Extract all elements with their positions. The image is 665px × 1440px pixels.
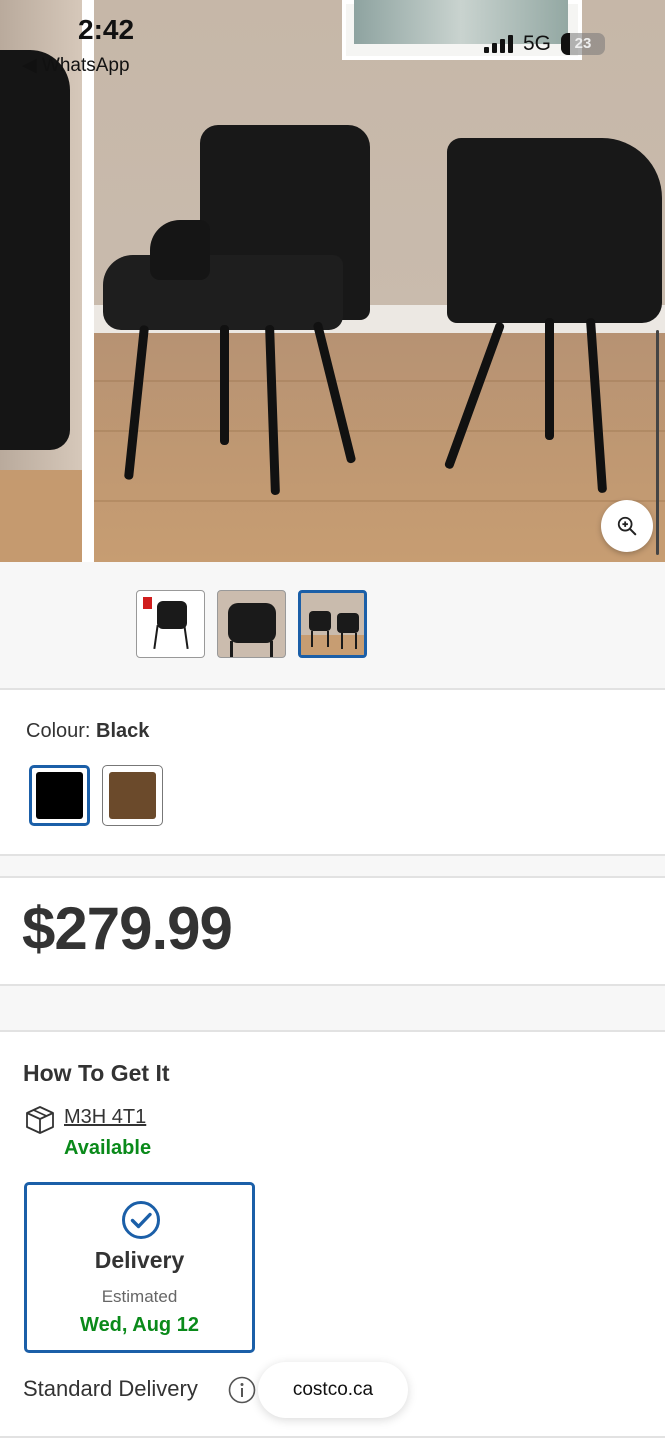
previous-image-peek: [0, 0, 82, 562]
colour-selector: Colour: Black: [0, 692, 665, 856]
thumbnail-3[interactable]: [298, 590, 367, 658]
chair-back-view: [447, 138, 662, 323]
postal-code-link[interactable]: M3H 4T1: [64, 1106, 146, 1129]
zoom-button[interactable]: [601, 500, 653, 552]
standard-delivery-label: Standard Delivery: [23, 1376, 198, 1401]
availability-status: Available: [64, 1137, 152, 1159]
swatch-black[interactable]: [29, 765, 90, 826]
price: $279.99: [22, 895, 233, 962]
thumbnail-1[interactable]: [136, 590, 205, 658]
thumbnail-strip: [0, 562, 665, 690]
check-circle-icon: [122, 1201, 160, 1239]
signal-icon: [484, 35, 513, 53]
swatch-brown[interactable]: [102, 765, 163, 826]
delivery-date: Wed, Aug 12: [80, 1314, 199, 1336]
how-to-get-it-section: How To Get It M3H 4T1 Available Delivery…: [0, 1030, 665, 1440]
colour-label: Colour: Black: [26, 720, 149, 743]
status-time: 2:42: [78, 14, 135, 45]
colour-value: Black: [96, 720, 150, 742]
back-app-label: WhatsApp: [41, 55, 130, 76]
network-type: 5G: [523, 32, 552, 55]
section-title: How To Get It: [23, 1060, 170, 1086]
zoom-in-icon: [617, 516, 637, 536]
package-icon: [26, 1106, 54, 1134]
page-scrollbar[interactable]: [656, 330, 659, 555]
back-arrow-icon: ◀: [22, 55, 37, 76]
price-section: $279.99: [0, 876, 665, 986]
back-to-app-link[interactable]: ◀ WhatsApp: [22, 54, 130, 77]
status-indicators: 5G 23: [484, 32, 606, 56]
product-image-gallery[interactable]: 2:42 ◀ WhatsApp 5G 23: [0, 0, 665, 562]
delivery-option-card[interactable]: Delivery Estimated Wed, Aug 12: [24, 1182, 255, 1353]
battery-icon: 23: [561, 33, 606, 55]
browser-url-pill[interactable]: costco.ca: [258, 1362, 408, 1418]
delivery-estimated-label: Estimated: [101, 1287, 178, 1306]
delivery-title: Delivery: [94, 1247, 185, 1273]
colour-label-text: Colour:: [26, 720, 91, 742]
info-icon[interactable]: [228, 1376, 256, 1404]
thumbnail-2[interactable]: [217, 590, 286, 658]
